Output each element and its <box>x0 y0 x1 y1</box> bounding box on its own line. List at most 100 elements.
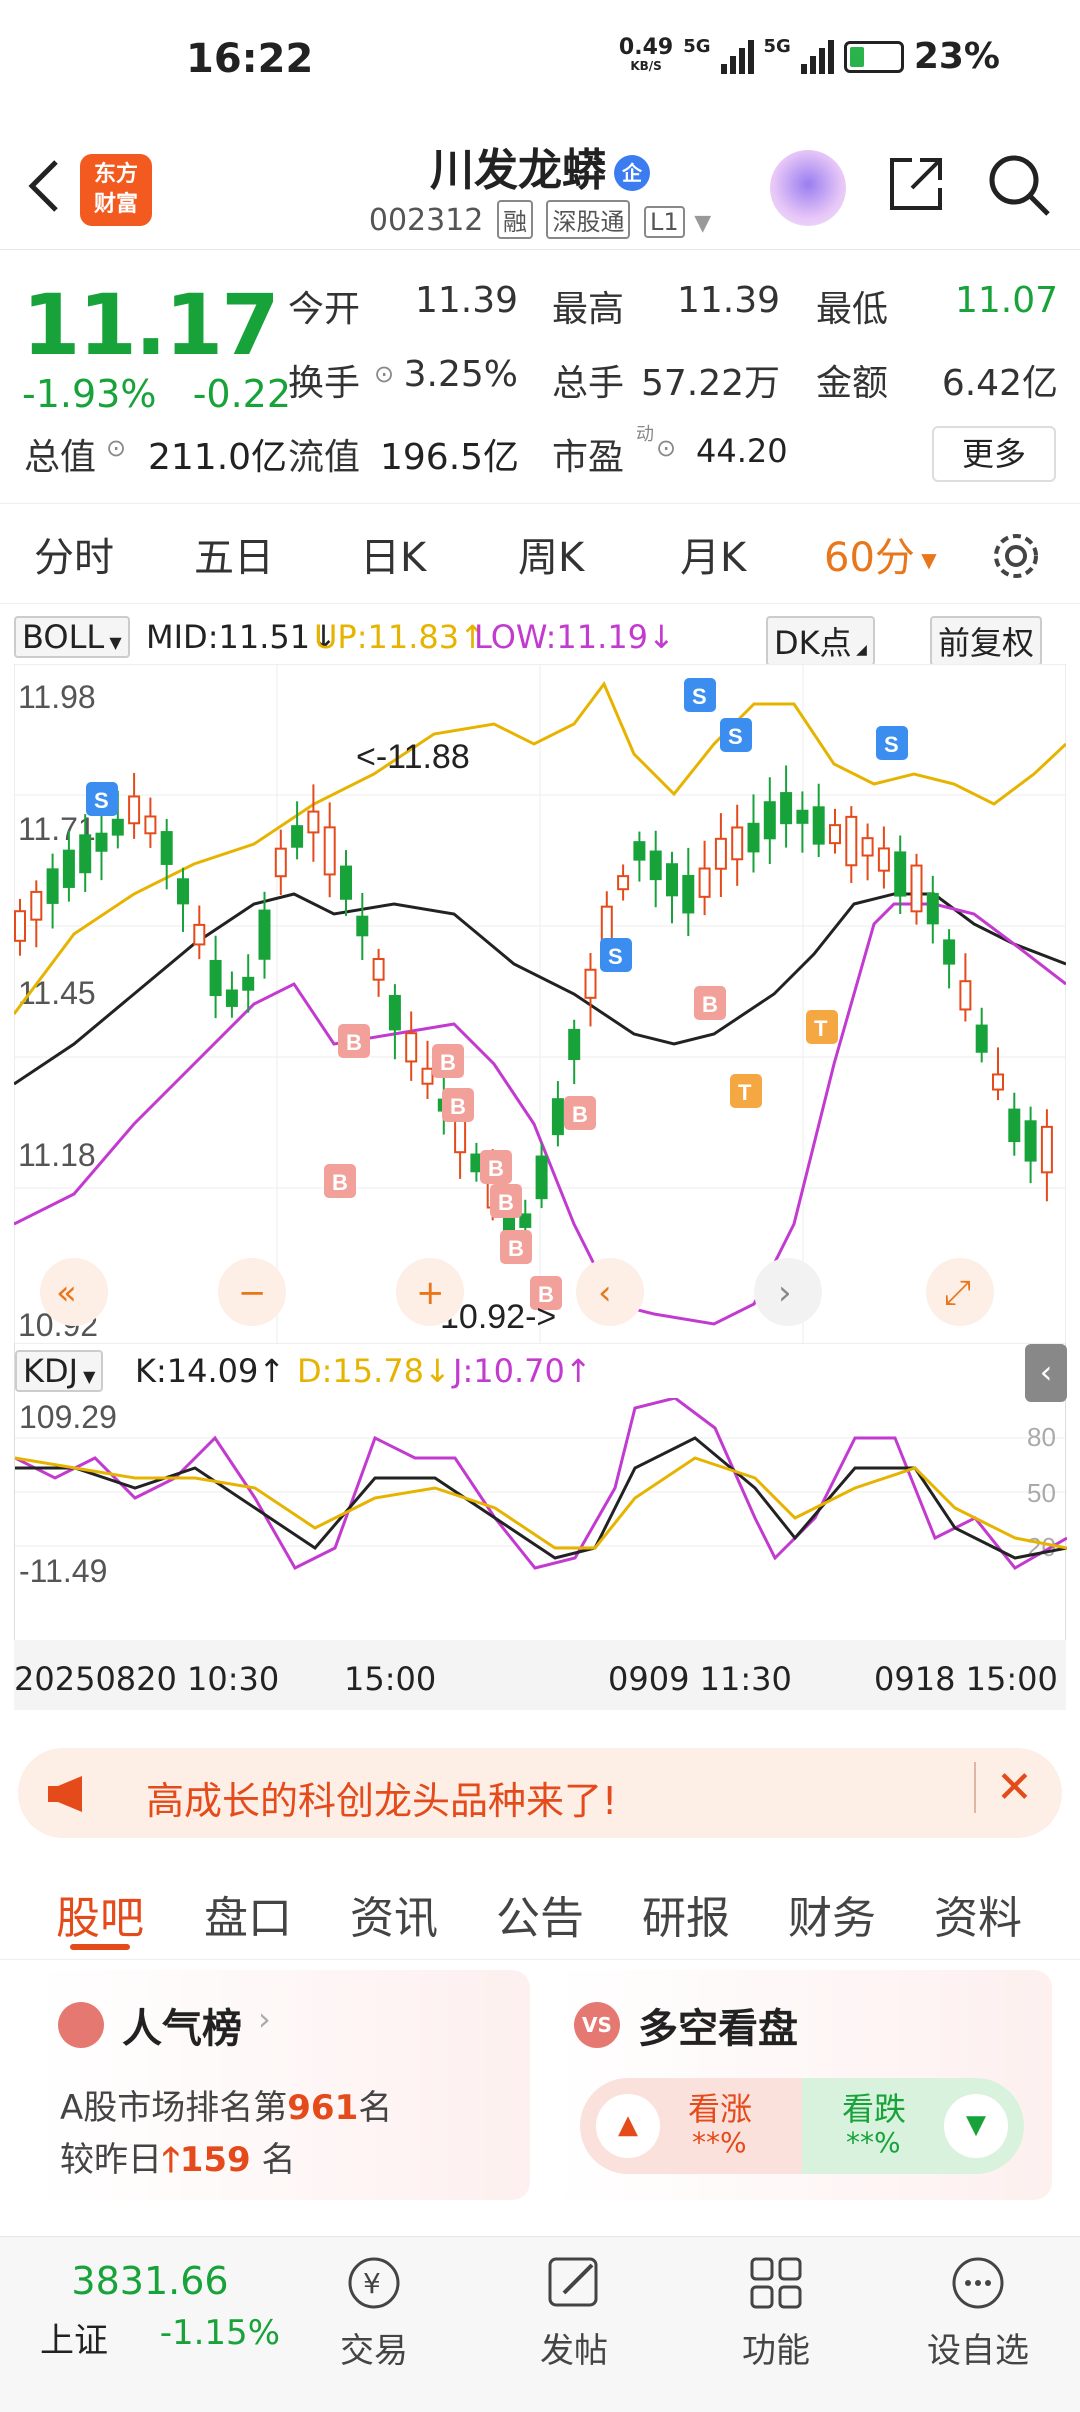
chart-badge-icon <box>58 2002 104 2048</box>
bull-button[interactable]: ▲ 看涨 **% <box>580 2078 802 2174</box>
stat-mktcap-label: 总值 <box>24 437 97 478</box>
svg-text:S: S <box>94 788 109 813</box>
nav-functions[interactable]: 功能 <box>676 2253 876 2372</box>
yen-refresh-icon: ¥ <box>348 2257 400 2309</box>
candle-body <box>894 851 907 897</box>
tab-intraday[interactable]: 分时 <box>34 525 114 583</box>
tab-announcements[interactable]: 公告 <box>496 1882 584 1946</box>
candle-body <box>682 874 695 914</box>
tab-weekly[interactable]: 周K <box>518 525 584 583</box>
quote-panel: 11.17 -1.93% -0.22 今开 11.39 最高 11.39 最低 … <box>0 256 1080 504</box>
kdj-panel[interactable]: KDJ ▼ K:14.09↑ D:15.78↓ J:10.70↑ ‹ 109.2… <box>14 1344 1067 1644</box>
svg-text:¥: ¥ <box>363 2267 381 2300</box>
popularity-card[interactable]: 人气榜 › A股市场排名第961名 较昨日🡑159 名 <box>36 1970 530 2200</box>
candle-body <box>812 806 825 845</box>
svg-text:T: T <box>814 1016 828 1041</box>
svg-text:S: S <box>608 944 623 969</box>
x-axis: 20250820 10:30 15:00 0909 11:30 0918 15:… <box>14 1640 1066 1710</box>
tab-60min-label: 60分 <box>824 534 915 581</box>
nav-add-watchlist-label: 设自选 <box>927 2331 1029 2371</box>
svg-text:S: S <box>692 684 707 709</box>
candle-body <box>877 847 890 872</box>
candle-body <box>62 849 75 888</box>
x-label-0: 20250820 10:30 <box>14 1660 280 1698</box>
plus-icon: + <box>416 1273 445 1313</box>
info-icon[interactable]: ⊙ <box>106 434 126 462</box>
bear-button[interactable]: 看跌 **% ▼ <box>802 2078 1024 2174</box>
svg-text:B: B <box>332 1170 348 1195</box>
signal-s-5: S <box>600 938 632 972</box>
bull-value: **% <box>692 2126 747 2159</box>
candle-body <box>747 822 760 853</box>
boll-selector[interactable]: BOLL ▼ <box>14 616 130 658</box>
search-icon[interactable] <box>986 152 1052 218</box>
sentiment-vote: ▲ 看涨 **% 看跌 **% ▼ <box>580 2078 1024 2174</box>
kdj-j-line <box>15 1398 1067 1570</box>
candle-body <box>209 959 222 997</box>
rank-suffix: 名 <box>358 2088 393 2128</box>
nav-post[interactable]: 发帖 <box>474 2253 674 2372</box>
stat-turnover-value: 3.25% <box>403 354 518 395</box>
candle-body <box>829 824 841 845</box>
candle-body <box>698 867 711 898</box>
signal-b-4: B <box>442 1088 474 1122</box>
tab-60min[interactable]: 60分 ▼ <box>824 525 937 583</box>
stat-high-value: 11.39 <box>676 280 780 321</box>
more-button[interactable]: 更多 <box>932 426 1056 482</box>
nav-trade[interactable]: ¥ 交易 <box>274 2253 474 2372</box>
boll-mid: MID:11.51↓ <box>146 618 337 656</box>
signal-b-1: B <box>338 1024 370 1058</box>
kdj-selector[interactable]: KDJ ▼ <box>15 1350 104 1392</box>
triangle-down-icon: ▼ <box>944 2094 1008 2158</box>
bottom-nav: 3831.66 上证 -1.15% ¥ 交易 发帖 功能 设自选 <box>0 2236 1080 2412</box>
rank-prefix: A股市场排名第 <box>60 2088 288 2128</box>
current-price: 11.17 <box>22 276 280 374</box>
collapse-panel-button[interactable]: ‹ <box>1025 1344 1067 1402</box>
nav-trade-label: 交易 <box>340 2331 408 2371</box>
boll-bar: BOLL ▼ MID:11.51↓ UP:11.83↑ LOW:11.19↓ D… <box>14 612 1066 666</box>
tab-forum[interactable]: 股吧 <box>56 1882 144 1946</box>
gear-icon[interactable] <box>990 530 1042 582</box>
svg-text:B: B <box>572 1102 588 1127</box>
double-left-icon: « <box>56 1273 77 1313</box>
tab-5day[interactable]: 五日 <box>194 525 274 583</box>
bull-label: 看涨 <box>688 2090 753 2128</box>
tab-monthly[interactable]: 月K <box>680 525 746 583</box>
tab-research[interactable]: 研报 <box>642 1882 730 1946</box>
change-suffix: 名 <box>261 2140 296 2180</box>
promo-banner[interactable]: 高成长的科创龙头品种来了! ✕ <box>18 1748 1062 1838</box>
candle-body <box>584 968 597 999</box>
signal-b-3: B <box>432 1044 464 1078</box>
status-time: 16:22 <box>186 36 314 82</box>
signal-t-2: T <box>806 1010 838 1044</box>
svg-text:B: B <box>440 1050 456 1075</box>
candle-body <box>568 1028 581 1061</box>
rank-line: A股市场排名第961名 <box>60 2080 392 2129</box>
index-widget[interactable]: 3831.66 上证 -1.15% <box>20 2259 280 2362</box>
candle-body <box>551 1098 564 1136</box>
net-speed-value: 0.49 <box>618 34 674 60</box>
tab-orderbook[interactable]: 盘口 <box>204 1882 292 1946</box>
x-label-3: 0918 15:00 <box>874 1660 1058 1698</box>
tab-profile[interactable]: 资料 <box>934 1882 1022 1946</box>
net-speed: 0.49 KB/S <box>618 34 674 75</box>
tab-daily[interactable]: 日K <box>360 525 426 583</box>
dk-button[interactable]: DK点 ◢ <box>766 616 875 666</box>
nav-add-watchlist[interactable]: 设自选 <box>878 2253 1078 2372</box>
candle-body <box>307 810 320 834</box>
kline-chart[interactable]: 11.98 11.71 11.45 11.18 10.92 S S S S S … <box>14 664 1066 1344</box>
info-icon[interactable]: ⊙ <box>656 434 676 462</box>
tab-news[interactable]: 资讯 <box>350 1882 438 1946</box>
candle-body <box>421 1067 434 1085</box>
change-prefix: 较昨日 <box>60 2140 162 2180</box>
close-icon[interactable]: ✕ <box>974 1762 1033 1813</box>
candle-body <box>845 815 858 867</box>
assistant-avatar[interactable] <box>770 150 846 226</box>
adjust-button[interactable]: 前复权 <box>930 616 1043 666</box>
tab-finance[interactable]: 财务 <box>788 1882 876 1946</box>
pe-superscript: 动 <box>636 424 654 445</box>
sentiment-card[interactable]: VS 多空看盘 ▲ 看涨 **% 看跌 **% ▼ <box>552 1970 1052 2200</box>
share-icon[interactable] <box>884 152 948 216</box>
candle-body <box>959 980 972 1011</box>
stat-high-label: 最高 <box>552 289 625 330</box>
